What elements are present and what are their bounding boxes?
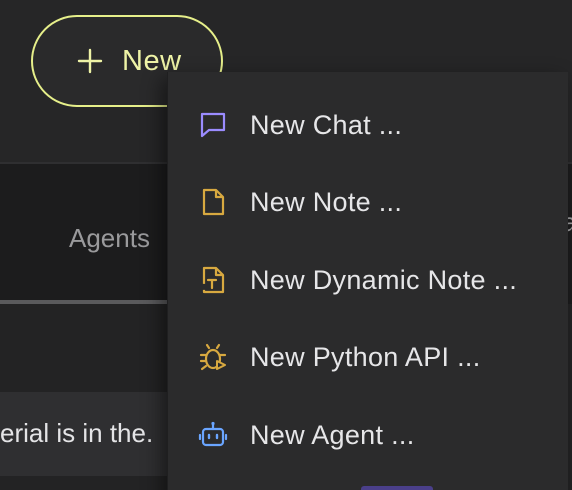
dynamic-note-icon <box>202 266 225 294</box>
plus-icon <box>77 48 103 74</box>
menu-item-new-chat[interactable]: New Chat ... <box>168 90 568 160</box>
menu-item-label: New Chat ... <box>250 110 403 140</box>
menu-item-new-dynamic-note[interactable]: New Dynamic Note ... <box>168 245 568 315</box>
menu-item-label: New Agent ... <box>250 420 415 450</box>
message-text: erial is in the. <box>0 418 154 448</box>
menu-item-new-python-api[interactable]: New Python API ... <box>168 322 568 392</box>
menu-item-label: New Dynamic Note ... <box>250 265 518 295</box>
menu-scroll-hint <box>361 486 433 490</box>
menu-item-label: New Note ... <box>250 187 403 217</box>
menu-item-label: New Python API ... <box>250 342 481 372</box>
menu-item-new-agent[interactable]: New Agent ... <box>168 400 568 470</box>
note-icon <box>202 188 225 216</box>
app-window: New Agents a erial is in the. New Chat .… <box>0 0 572 490</box>
chat-bubble-icon <box>200 112 226 138</box>
python-api-icon <box>199 343 227 371</box>
robot-icon <box>198 421 228 447</box>
menu-item-new-note[interactable]: New Note ... <box>168 167 568 237</box>
new-dropdown-menu: New Chat ... New Note ... New Dynamic No… <box>167 72 568 490</box>
tab-agents[interactable]: Agents <box>69 222 150 254</box>
